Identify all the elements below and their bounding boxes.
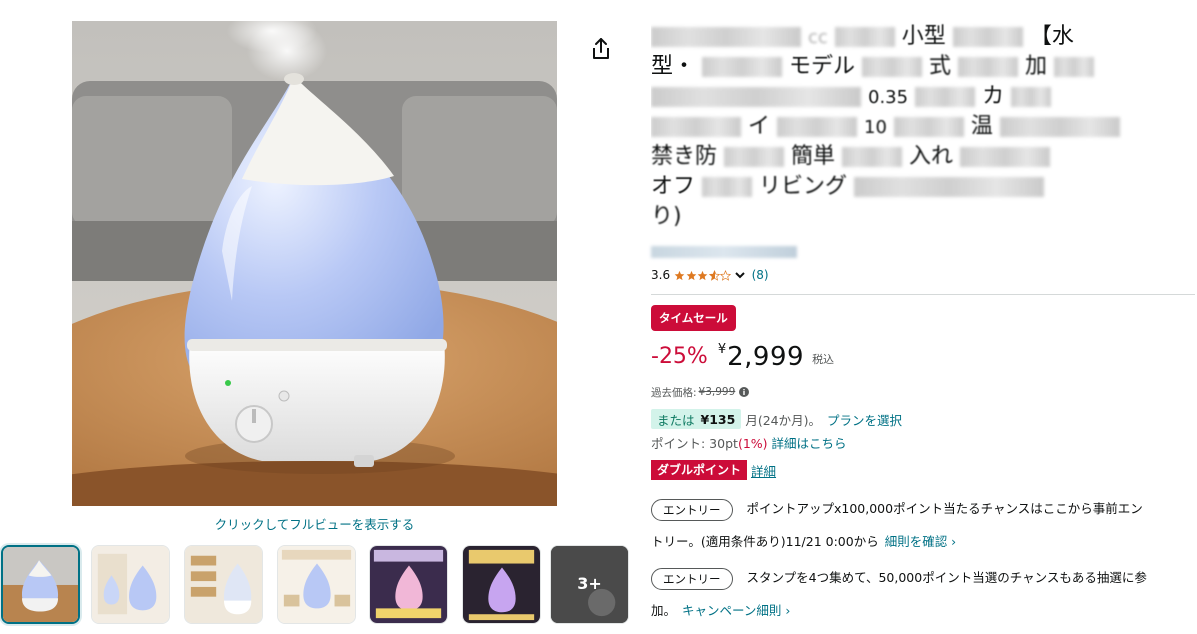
thumbnail-1[interactable] <box>1 545 80 624</box>
rating-value: 3.6 <box>651 268 671 282</box>
rating-count-link[interactable]: (8) <box>752 268 769 282</box>
entry-button[interactable]: エントリー <box>651 567 733 590</box>
thumbnail-more[interactable]: 3+ <box>550 545 629 624</box>
entry-button[interactable]: エントリー <box>651 498 733 521</box>
product-title: cc 小型 【水 型・ モデル 式 加 0.35 カ イ 10 温 禁き防 簡単… <box>651 22 1196 232</box>
points-row: ポイント: 30pt (1%) 詳細はこちら <box>651 435 847 453</box>
star-half-icon <box>708 269 720 281</box>
installment-label: または <box>657 412 695 428</box>
campaign-rules-link[interactable]: 細則を確認 › <box>885 534 956 549</box>
chevron-down-icon[interactable] <box>734 269 746 281</box>
past-price-label: 過去価格: <box>651 386 697 399</box>
campaign-rules-link[interactable]: キャンペーン細則 › <box>682 603 790 618</box>
star-empty-icon <box>720 269 732 281</box>
campaign-text: トリー。(適用条件あり)11/21 0:00から <box>651 534 879 549</box>
rating-row: 3.6 (8) <box>651 266 769 284</box>
installment-amount: ¥135 <box>700 411 736 427</box>
thumbnail-4[interactable] <box>277 545 356 624</box>
double-point-badge: ダブルポイント <box>651 460 748 480</box>
past-price: 過去価格: ¥3,999 <box>651 385 750 399</box>
price-amount: 2,999 <box>727 342 805 372</box>
installment-chip: または ¥135 <box>651 409 742 429</box>
divider <box>651 294 1195 295</box>
select-plan-link[interactable]: プランを選択 <box>827 410 902 429</box>
star-icon <box>674 270 685 280</box>
double-point-row: ダブルポイント 詳細 <box>651 460 776 480</box>
star-rating[interactable] <box>674 269 732 281</box>
points-percent: (1%) <box>737 436 768 451</box>
points-label: ポイント: 30pt <box>651 436 738 451</box>
campaign-entry-1: エントリー ポイントアップx100,000ポイント当たるチャンスはここから事前エン… <box>651 492 1196 558</box>
thumbnail-6[interactable] <box>462 545 541 624</box>
discount-percent: -25% <box>651 344 708 369</box>
tax-note: 税込 <box>812 353 835 366</box>
thumbnail-2[interactable] <box>91 545 170 624</box>
thumbnail-3[interactable] <box>184 545 263 624</box>
main-product-image[interactable] <box>72 21 557 506</box>
double-point-details-link[interactable]: 詳細 <box>751 461 776 480</box>
currency-symbol: ¥ <box>717 342 727 357</box>
past-price-value: ¥3,999 <box>698 386 736 398</box>
more-images-count: 3+ <box>577 574 602 593</box>
installment-row: または ¥135 月(24か月)。 プランを選択 <box>651 409 902 429</box>
share-icon[interactable] <box>590 37 612 61</box>
star-icon <box>686 270 696 280</box>
campaign-entry-2: エントリー スタンプを4つ集めて、50,000ポイント当選のチャンスもある抽選に参… <box>651 561 1196 627</box>
thumbnail-5[interactable] <box>369 545 448 624</box>
campaign-text: 加。 <box>651 603 677 618</box>
store-link[interactable] <box>651 246 797 258</box>
campaign-text: ポイントアップx100,000ポイント当たるチャンスはここから事前エン <box>746 501 1143 516</box>
time-sale-badge: タイムセール <box>651 305 736 331</box>
fullview-link[interactable]: クリックしてフルビューを表示する <box>72 514 557 533</box>
info-icon[interactable] <box>739 387 750 397</box>
campaign-text: スタンプを4つ集めて、50,000ポイント当選のチャンスもある抽選に参 <box>746 570 1147 585</box>
points-details-link[interactable]: 詳細はこちら <box>772 435 847 453</box>
star-icon <box>697 270 708 280</box>
price-row: -25% ¥ 2,999 税込 <box>651 340 834 374</box>
installment-term: 月(24か月)。 <box>745 412 821 428</box>
